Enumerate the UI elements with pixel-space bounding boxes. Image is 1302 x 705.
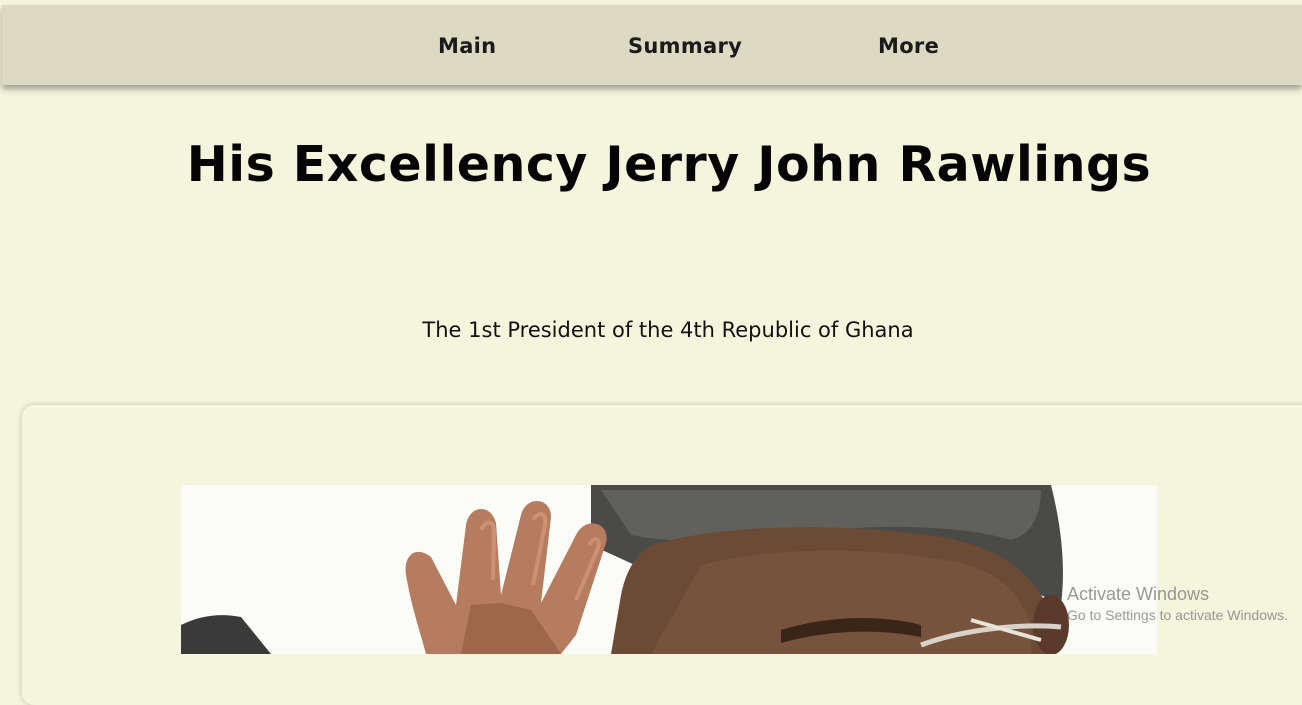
top-nav: Main Summary More: [2, 5, 1302, 85]
portrait-photo-illustration: [181, 485, 1157, 654]
page-subtitle: The 1st President of the 4th Republic of…: [422, 318, 914, 342]
nav-link-main[interactable]: Main: [438, 5, 496, 85]
portrait-photo: [181, 485, 1157, 654]
activate-windows-watermark: Activate Windows Go to Settings to activ…: [1067, 583, 1288, 625]
nav-link-summary[interactable]: Summary: [628, 5, 742, 85]
watermark-subtitle: Go to Settings to activate Windows.: [1067, 607, 1288, 623]
nav-link-more[interactable]: More: [878, 5, 939, 85]
page-title: His Excellency Jerry John Rawlings: [186, 136, 1152, 193]
watermark-title: Activate Windows: [1067, 584, 1210, 604]
